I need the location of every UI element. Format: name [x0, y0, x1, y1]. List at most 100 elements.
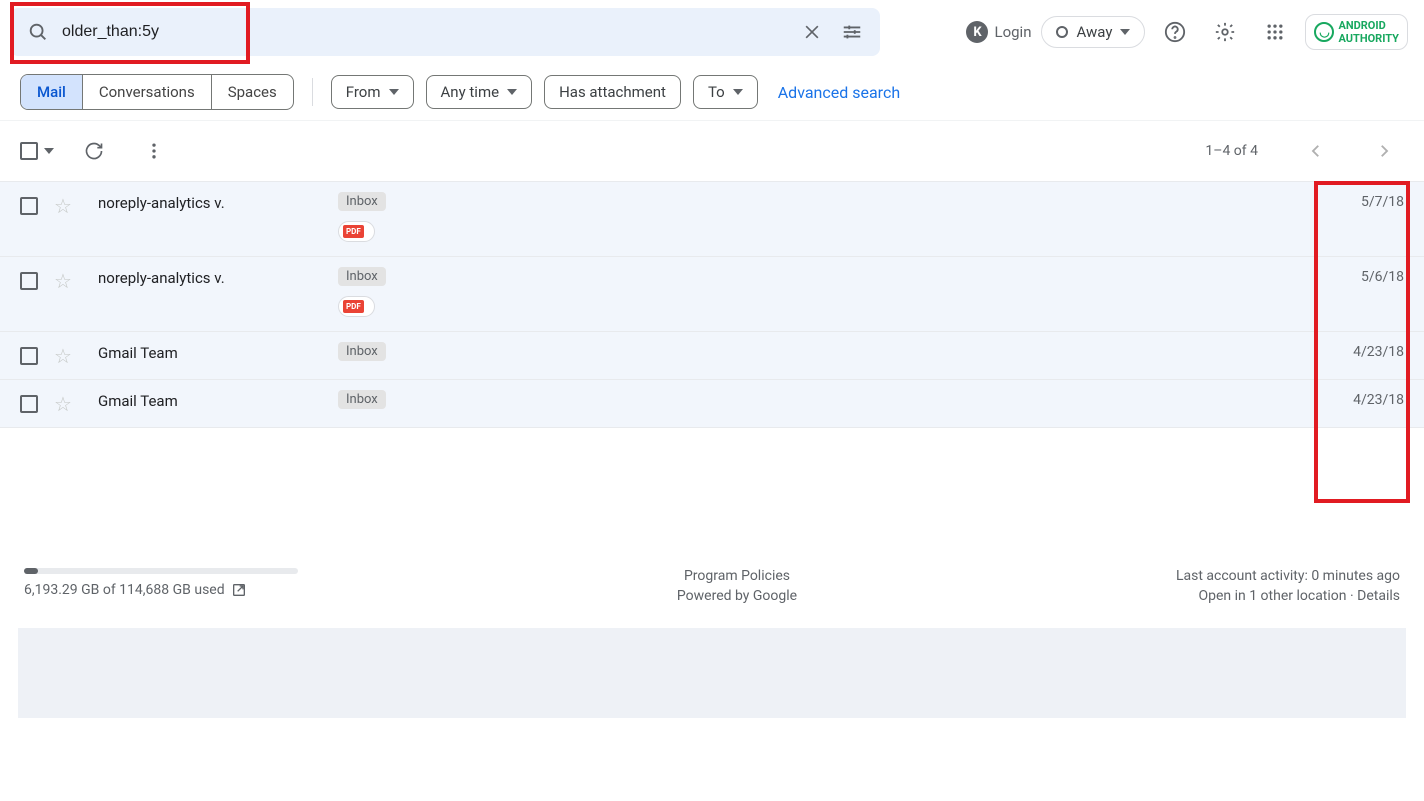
email-row[interactable]: ☆ noreply-analytics v. Inbox PDF 5/6/18 [0, 257, 1424, 332]
bottom-strip [18, 628, 1406, 718]
sender: noreply-analytics v. [98, 192, 338, 212]
segment-spaces[interactable]: Spaces [212, 75, 293, 109]
header: K Login Away ◡ ANDROID AUTHORITY [0, 0, 1424, 64]
status-chip[interactable]: Away [1041, 16, 1145, 48]
filter-has-attachment-label: Has attachment [559, 83, 666, 101]
row-content: Inbox PDF [338, 267, 1351, 317]
inbox-label: Inbox [338, 192, 386, 211]
email-row[interactable]: ☆ Gmail Team Inbox 4/23/18 [0, 380, 1424, 428]
pdf-icon: PDF [343, 225, 364, 238]
filter-bar: Mail Conversations Spaces From Any time … [0, 64, 1424, 121]
filter-has-attachment[interactable]: Has attachment [544, 75, 681, 109]
email-list: ☆ noreply-analytics v. Inbox PDF 5/7/18 … [0, 181, 1424, 428]
storage-label: 6,193.29 GB of 114,688 GB used [24, 582, 225, 598]
email-date: 5/6/18 [1361, 267, 1404, 285]
row-controls: ☆ [20, 267, 98, 293]
open-location-link[interactable]: Open in 1 other location [1198, 588, 1346, 604]
status-away-icon [1056, 26, 1068, 38]
filter-anytime[interactable]: Any time [426, 75, 533, 109]
sender: Gmail Team [98, 390, 338, 410]
last-activity: Last account activity: 0 minutes ago [1176, 568, 1400, 584]
toolbar-right: 1–4 of 4 [1205, 131, 1404, 171]
row-controls: ☆ [20, 390, 98, 416]
login-button[interactable]: K Login [966, 21, 1031, 43]
row-controls: ☆ [20, 342, 98, 368]
brand-bottom: AUTHORITY [1338, 32, 1399, 45]
checkbox-icon [20, 142, 38, 160]
storage-fill [24, 568, 38, 574]
status-label: Away [1076, 23, 1112, 41]
footer: 6,193.29 GB of 114,688 GB used Program P… [0, 548, 1424, 618]
chevron-down-icon [733, 89, 743, 95]
footer-left: 6,193.29 GB of 114,688 GB used [24, 568, 298, 608]
inbox-label: Inbox [338, 342, 386, 361]
search-wrap [10, 8, 880, 56]
brand-badge: ◡ ANDROID AUTHORITY [1305, 14, 1408, 50]
row-content: Inbox [338, 342, 1343, 361]
email-date: 5/7/18 [1361, 192, 1404, 210]
email-row[interactable]: ☆ noreply-analytics v. Inbox PDF 5/7/18 [0, 182, 1424, 257]
segment-mail[interactable]: Mail [21, 75, 83, 109]
filter-anytime-label: Any time [441, 83, 500, 101]
next-page-icon[interactable] [1364, 131, 1404, 171]
page-info: 1–4 of 4 [1205, 143, 1258, 159]
footer-right: Last account activity: 0 minutes ago Ope… [1176, 568, 1400, 608]
attachment-chip[interactable]: PDF [338, 221, 375, 242]
star-icon[interactable]: ☆ [54, 269, 72, 293]
row-checkbox[interactable] [20, 197, 38, 215]
search-options-icon[interactable] [832, 12, 872, 52]
chevron-down-icon [1120, 29, 1130, 35]
email-list-wrap: ☆ noreply-analytics v. Inbox PDF 5/7/18 … [0, 181, 1424, 428]
details-link[interactable]: Details [1357, 588, 1400, 604]
row-checkbox[interactable] [20, 395, 38, 413]
program-policies-link[interactable]: Program Policies [684, 568, 790, 584]
storage-bar [24, 568, 298, 574]
advanced-search-link[interactable]: Advanced search [778, 83, 900, 102]
filter-to-label: To [708, 83, 725, 101]
inbox-label: Inbox [338, 267, 386, 286]
search-icon[interactable] [18, 12, 58, 52]
divider [312, 78, 313, 106]
header-right: K Login Away ◡ ANDROID AUTHORITY [966, 12, 1408, 52]
search-input[interactable] [58, 23, 792, 41]
apps-grid-icon[interactable] [1255, 12, 1295, 52]
star-icon[interactable]: ☆ [54, 344, 72, 368]
refresh-icon[interactable] [74, 131, 114, 171]
sender: Gmail Team [98, 342, 338, 362]
chevron-down-icon [507, 89, 517, 95]
star-icon[interactable]: ☆ [54, 194, 72, 218]
filter-to[interactable]: To [693, 75, 758, 109]
row-checkbox[interactable] [20, 272, 38, 290]
row-content: Inbox [338, 390, 1343, 409]
login-avatar-icon: K [966, 21, 988, 43]
row-checkbox[interactable] [20, 347, 38, 365]
filter-from[interactable]: From [331, 75, 414, 109]
scope-segments: Mail Conversations Spaces [20, 74, 294, 110]
segment-conversations[interactable]: Conversations [83, 75, 212, 109]
email-row[interactable]: ☆ Gmail Team Inbox 4/23/18 [0, 332, 1424, 380]
attachment-chip[interactable]: PDF [338, 296, 375, 317]
open-external-icon[interactable] [231, 582, 247, 598]
prev-page-icon[interactable] [1296, 131, 1336, 171]
more-icon[interactable] [134, 131, 174, 171]
help-icon[interactable] [1155, 12, 1195, 52]
chevron-down-icon [389, 89, 399, 95]
select-all[interactable] [20, 142, 54, 160]
star-icon[interactable]: ☆ [54, 392, 72, 416]
settings-icon[interactable] [1205, 12, 1245, 52]
brand-top: ANDROID [1338, 19, 1399, 32]
storage-text: 6,193.29 GB of 114,688 GB used [24, 582, 298, 598]
sender: noreply-analytics v. [98, 267, 338, 287]
inbox-label: Inbox [338, 390, 386, 409]
android-icon: ◡ [1314, 22, 1334, 42]
row-controls: ☆ [20, 192, 98, 218]
pdf-icon: PDF [343, 300, 364, 313]
powered-by: Powered by Google [677, 588, 797, 604]
email-date: 4/23/18 [1353, 390, 1404, 408]
clear-search-icon[interactable] [792, 12, 832, 52]
row-content: Inbox PDF [338, 192, 1351, 242]
search-box [10, 8, 880, 56]
email-date: 4/23/18 [1353, 342, 1404, 360]
toolbar: 1–4 of 4 [0, 121, 1424, 181]
footer-center: Program Policies Powered by Google [677, 568, 797, 608]
